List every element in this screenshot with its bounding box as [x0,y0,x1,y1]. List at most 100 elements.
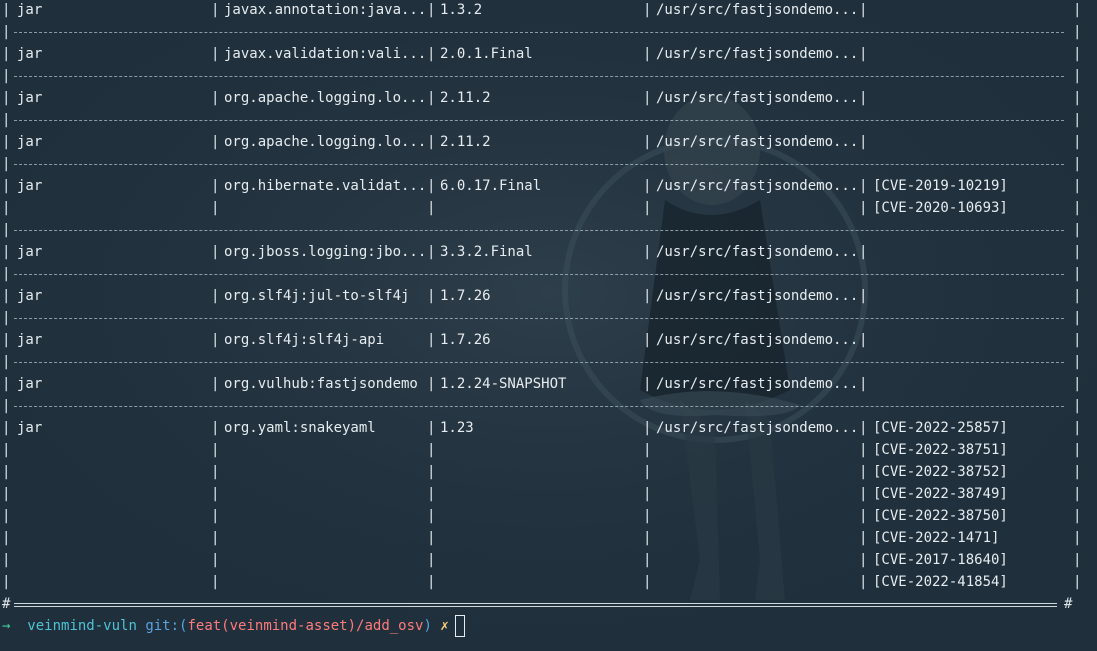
row-separator-line: | | [0,65,1097,87]
column-separator: | [859,90,868,106]
dashed-rule [14,406,1064,407]
column-separator: | [211,420,220,436]
cell-package-name: org.yaml:snakeyaml [224,420,376,436]
column-separator: | [211,376,220,392]
cell-type: jar [17,420,43,436]
column-separator: | [427,90,436,106]
column-separator: | [643,200,652,216]
column-separator: | [1073,332,1082,348]
cell-package-name: org.jboss.logging:jbo... [224,244,427,260]
column-separator: | [1073,46,1082,62]
column-separator: | [859,46,868,62]
column-separator: | [427,244,436,260]
column-separator: | [1073,464,1082,480]
column-separator: | [643,420,652,436]
prompt-branch-name: feat(veinmind-asset)/add_osv [187,618,424,634]
column-separator: | [2,398,11,414]
table-row: | | | | | | [CVE-2020-10693] [0,197,1097,219]
cell-package-name: org.slf4j:jul-to-slf4j [224,288,410,304]
column-separator: | [1073,156,1082,172]
column-separator: | [2,310,11,326]
column-separator: | [643,574,652,590]
column-separator: | [2,332,11,348]
cell-cve-id: [CVE-2022-38750] [873,508,1008,524]
column-separator: | [211,46,220,62]
column-separator: | [2,2,11,18]
column-separator: | [643,464,652,480]
cell-path: /usr/src/fastjsondemo... [656,2,859,18]
column-separator: | [2,266,11,282]
column-separator: | [2,178,11,194]
cell-version: 1.2.24-SNAPSHOT [440,376,567,392]
column-separator: | [2,90,11,106]
column-separator: | [859,420,868,436]
column-separator: | [1073,442,1082,458]
text-cursor[interactable] [454,615,465,637]
column-separator: | [2,200,11,216]
column-separator: | [2,288,11,304]
column-separator: | [859,178,868,194]
cell-version: 2.0.1.Final [440,46,533,62]
double-rule [14,603,1057,607]
column-separator: | [1073,68,1082,84]
column-separator: | [1073,508,1082,524]
column-separator: | [643,2,652,18]
cell-cve-id: [CVE-2020-10693] [873,200,1008,216]
column-separator: | [643,288,652,304]
column-separator: | [211,508,220,524]
cell-path: /usr/src/fastjsondemo... [656,90,859,106]
cell-path: /usr/src/fastjsondemo... [656,244,859,260]
column-separator: | [1073,398,1082,414]
column-separator: | [427,486,436,502]
cell-cve-id: [CVE-2022-38752] [873,464,1008,480]
row-separator-line: | | [0,219,1097,241]
column-separator: | [1073,112,1082,128]
column-separator: | [1073,420,1082,436]
table-row: | | | | | | jar javax.annotation:java... 1.3.2/u… [0,0,1097,21]
column-separator: | [859,486,868,502]
shell-prompt: → veinmind-vuln git:(feat(veinmind-asset… [2,615,1097,637]
row-separator-line: | | [0,351,1097,373]
cell-package-name: org.vulhub:fastjsondemo [224,376,418,392]
column-separator: | [1073,354,1082,370]
table-row: | | | | | | [CVE-2022-1471] [0,527,1097,549]
cell-type: jar [17,178,43,194]
column-separator: | [1073,134,1082,150]
cell-type: jar [17,244,43,260]
prompt-git-label: git:( [145,618,188,634]
cell-cve-id: [CVE-2022-41854] [873,574,1008,590]
table-row: | | | | | | [CVE-2022-38752] [0,461,1097,483]
column-separator: | [427,442,436,458]
column-separator: | [859,200,868,216]
column-separator: | [2,46,11,62]
table-row: | | | | | | jar org.apache.logging.lo... 2.11.2 /… [0,131,1097,153]
cell-path: /usr/src/fastjsondemo... [656,376,859,392]
column-separator: | [427,332,436,348]
row-separator-line: | | [0,263,1097,285]
column-separator: | [211,288,220,304]
terminal-output: | | | | | | jar javax.annotation:java... 1.3.2/u… [0,0,1097,651]
cell-package-name: javax.validation:vali... [224,46,427,62]
column-separator: | [859,288,868,304]
column-separator: | [2,24,11,40]
column-separator: | [1073,90,1082,106]
column-separator: | [1073,486,1082,502]
column-separator: | [2,552,11,568]
dashed-rule [14,164,1064,165]
column-separator: | [1073,574,1082,590]
cell-type: jar [17,376,43,392]
cell-type: jar [17,90,43,106]
column-separator: | [211,332,220,348]
cell-version: 1.23 [440,420,474,436]
cell-version: 3.3.2.Final [440,244,533,260]
column-separator: | [2,112,11,128]
dashed-rule [14,362,1064,363]
cell-version: 6.0.17.Final [440,178,542,194]
table-row: | | | | | | jar javax.validation:vali... 2.0.1.F… [0,43,1097,65]
table-row: | | | | | | jar org.vulhub:fastjsondemo 1.2.24-S… [0,373,1097,395]
dashed-rule [14,76,1064,77]
column-separator: | [427,574,436,590]
column-separator: | [427,420,436,436]
column-separator: | [643,552,652,568]
column-separator: | [859,574,868,590]
